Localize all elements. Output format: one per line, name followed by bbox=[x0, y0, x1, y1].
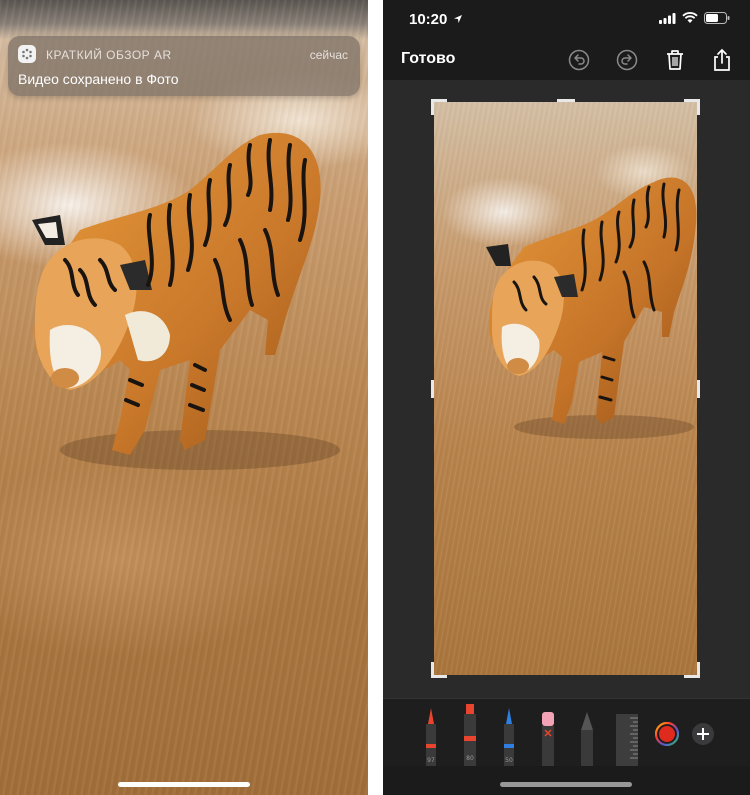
crop-handle-top[interactable] bbox=[557, 99, 575, 102]
home-indicator[interactable] bbox=[500, 782, 632, 787]
marker-width-label: 80 bbox=[466, 755, 474, 762]
tiger-model-left[interactable] bbox=[20, 120, 340, 480]
pen-tool[interactable]: 97 bbox=[423, 704, 439, 766]
tiger-model-right bbox=[486, 177, 697, 439]
ar-quick-look-icon bbox=[18, 45, 36, 63]
crop-handle-bottom-right[interactable] bbox=[697, 662, 700, 678]
notification-time: сейчас bbox=[309, 48, 348, 62]
crop-handle-top-left[interactable] bbox=[431, 99, 434, 115]
pencil-width-label: 50 bbox=[505, 757, 513, 764]
home-indicator[interactable] bbox=[118, 782, 250, 787]
notification-banner[interactable]: КРАТКИЙ ОБЗОР AR сейчас Видео сохранено … bbox=[8, 36, 360, 96]
wifi-icon bbox=[682, 12, 698, 23]
cellular-signal-icon bbox=[659, 12, 676, 24]
markup-tool-tray: 97 80 50 bbox=[383, 698, 750, 766]
share-icon[interactable] bbox=[708, 46, 736, 74]
pen-width-label: 97 bbox=[427, 757, 435, 764]
crop-handle-bottom-left[interactable] bbox=[431, 662, 434, 678]
done-button[interactable]: Готово bbox=[401, 50, 455, 68]
eraser-tool[interactable] bbox=[539, 710, 557, 766]
marker-tool[interactable]: 80 bbox=[461, 700, 479, 766]
battery-icon bbox=[704, 12, 730, 24]
notification-app-name: КРАТКИЙ ОБЗОР AR bbox=[46, 48, 172, 62]
crop-handle-left[interactable] bbox=[431, 380, 434, 398]
editor-toolbar: Готово bbox=[383, 40, 750, 78]
crop-handle-right[interactable] bbox=[697, 380, 700, 398]
ar-preview-screen: КРАТКИЙ ОБЗОР AR сейчас Видео сохранено … bbox=[0, 0, 368, 795]
lasso-tool[interactable] bbox=[579, 710, 595, 766]
location-arrow-icon bbox=[454, 15, 462, 23]
redo-icon[interactable] bbox=[613, 46, 641, 74]
markup-editor-screen: 10:20 Готово 97 80 50 bbox=[383, 0, 750, 795]
trash-icon[interactable] bbox=[661, 46, 689, 74]
ruler-tool[interactable] bbox=[615, 714, 639, 766]
status-bar: 10:20 bbox=[383, 0, 750, 40]
crop-handle-top-right[interactable] bbox=[697, 99, 700, 115]
pencil-tool[interactable]: 50 bbox=[501, 704, 517, 766]
markup-canvas[interactable] bbox=[383, 80, 750, 698]
status-time: 10:20 bbox=[409, 11, 448, 28]
plus-icon[interactable] bbox=[691, 722, 715, 746]
undo-icon[interactable] bbox=[565, 46, 593, 74]
screenshot-preview[interactable] bbox=[434, 102, 697, 675]
color-picker-button[interactable] bbox=[655, 722, 679, 746]
notification-message: Видео сохранено в Фото bbox=[18, 71, 179, 87]
